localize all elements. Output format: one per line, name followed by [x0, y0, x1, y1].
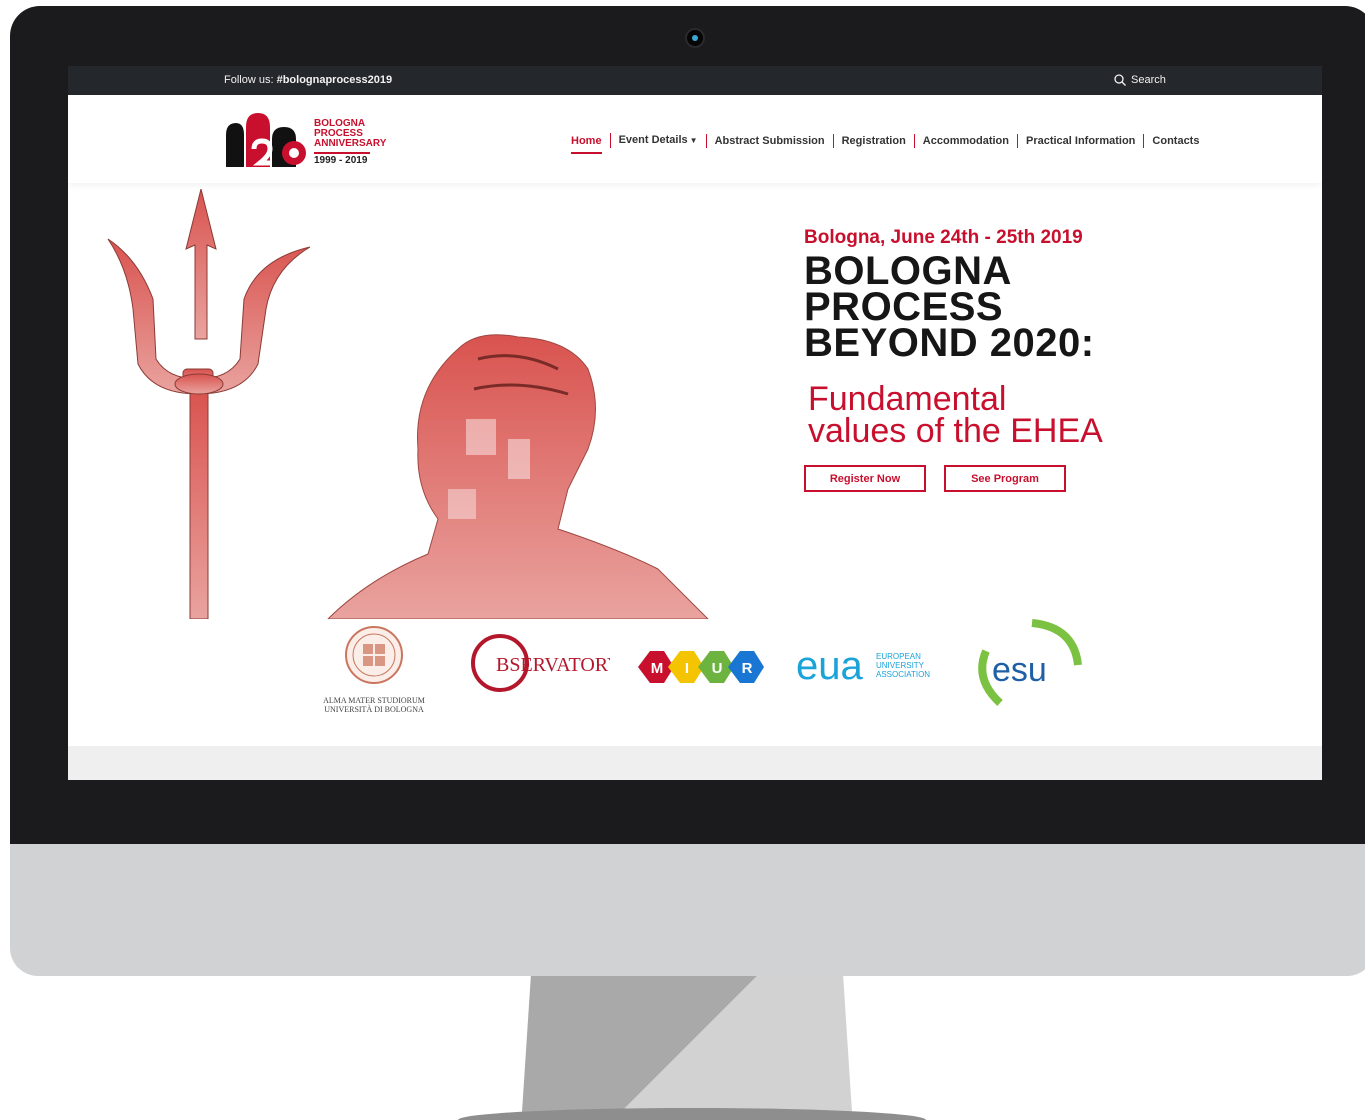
miur-letter: I — [685, 660, 689, 677]
miur-letter: U — [712, 660, 723, 677]
search-icon — [1114, 74, 1126, 86]
nav-label: Event Details — [618, 134, 688, 146]
miur-mark-icon: M I U R — [638, 651, 764, 683]
nav-label: Accommodation — [922, 134, 1009, 147]
eua-mark-icon: eua EUROPEAN UNIVERSITY ASSOCIATION — [796, 644, 930, 688]
site-logo[interactable]: BOLOGNA PROCESS ANNIVERSARY 1999 - 2019 — [224, 109, 386, 169]
webcam-icon — [687, 30, 703, 46]
trident-icon — [107, 189, 311, 619]
miur-logo[interactable]: M I U R — [634, 647, 770, 692]
partner-logos: ALMA MATER STUDIORUM UNIVERSITÀ DI BOLOG… — [68, 619, 1322, 743]
search-button[interactable]: Search — [1114, 74, 1166, 86]
nav-item-registration[interactable]: Registration — [832, 133, 914, 148]
alma-caption-line: UNIVERSITÀ DI BOLOGNA — [324, 705, 424, 714]
nav-label: Registration — [841, 134, 906, 147]
monitor-stand — [522, 960, 852, 1112]
hero-subtitle-line: values of the EHEA — [808, 412, 1103, 450]
follow-prefix: Follow us: — [224, 74, 277, 86]
anniversary-logo-icon — [226, 113, 306, 167]
nav-item-practical-information[interactable]: Practical Information — [1016, 133, 1143, 148]
eua-text-line: EUROPEAN — [876, 652, 921, 661]
eua-wordmark: eua — [796, 645, 863, 688]
eua-text-line: ASSOCIATION — [876, 670, 930, 679]
nav-label: Practical Information — [1025, 134, 1136, 147]
observatory-wordmark: BSERVATORY — [496, 654, 610, 676]
top-bar: Follow us: #bolognaprocess2019 Search — [68, 66, 1322, 95]
nav-item-home[interactable]: Home — [568, 134, 610, 154]
alma-caption-line: ALMA MATER STUDIORUM — [323, 696, 425, 705]
miur-letter: R — [742, 660, 753, 677]
nav-label: Home — [571, 134, 602, 154]
miur-letter: M — [651, 660, 664, 677]
see-program-button[interactable]: See Program — [944, 465, 1066, 492]
hero-title-line: BEYOND 2020: — [804, 321, 1095, 365]
main-navbar: BOLOGNA PROCESS ANNIVERSARY 1999 - 2019 … — [68, 95, 1322, 183]
hero-buttons: Register Now See Program — [804, 465, 1103, 492]
search-label: Search — [1131, 74, 1166, 86]
eua-logo[interactable]: eua EUROPEAN UNIVERSITY ASSOCIATION — [796, 644, 946, 694]
logo-years: 1999 - 2019 — [314, 152, 370, 166]
hero-text: Bologna, June 24th - 25th 2019 BOLOGNA P… — [804, 227, 1103, 492]
nav-item-abstract-submission[interactable]: Abstract Submission — [705, 133, 833, 148]
hero-section: Bologna, June 24th - 25th 2019 BOLOGNA P… — [68, 183, 1322, 619]
footer-strip — [68, 746, 1322, 780]
follow-us: Follow us: #bolognaprocess2019 — [224, 74, 392, 86]
hashtag-link[interactable]: #bolognaprocess2019 — [277, 74, 393, 86]
website-screen: Follow us: #bolognaprocess2019 Search BO… — [68, 66, 1322, 780]
observatory-logo[interactable]: BSERVATORY — [470, 633, 622, 702]
neptune-trident-artwork — [107, 189, 709, 619]
hero-subtitle: Fundamental values of the EHEA — [808, 382, 1103, 450]
logo-text: BOLOGNA PROCESS ANNIVERSARY 1999 - 2019 — [314, 119, 386, 166]
nav-menu: Home Event Details ▼ Abstract Submission … — [568, 133, 1207, 154]
chevron-down-icon: ▼ — [689, 136, 698, 145]
nav-item-contacts[interactable]: Contacts — [1143, 133, 1207, 148]
esu-logo[interactable]: esu — [972, 619, 1092, 724]
alma-caption: ALMA MATER STUDIORUM UNIVERSITÀ DI BOLOG… — [316, 696, 432, 714]
observatory-mark-icon: BSERVATORY — [471, 634, 622, 692]
esu-wordmark: esu — [992, 651, 1047, 689]
nav-item-accommodation[interactable]: Accommodation — [913, 133, 1017, 148]
neptune-statue-image — [327, 334, 709, 619]
nav-label: Abstract Submission — [714, 134, 825, 147]
nav-label: Contacts — [1152, 134, 1200, 147]
eua-text-line: UNIVERSITY — [876, 661, 925, 670]
esu-mark-icon: esu — [978, 619, 1082, 706]
event-date: Bologna, June 24th - 25th 2019 — [804, 227, 1083, 248]
nav-item-event-details[interactable]: Event Details ▼ — [609, 133, 706, 148]
alma-mater-logo[interactable]: ALMA MATER STUDIORUM UNIVERSITÀ DI BOLOG… — [316, 625, 432, 714]
logo-line: ANNIVERSARY — [314, 138, 387, 149]
university-seal-icon — [345, 626, 403, 684]
hero-title: BOLOGNA PROCESS BEYOND 2020: — [804, 251, 1103, 363]
register-now-button[interactable]: Register Now — [804, 465, 926, 492]
